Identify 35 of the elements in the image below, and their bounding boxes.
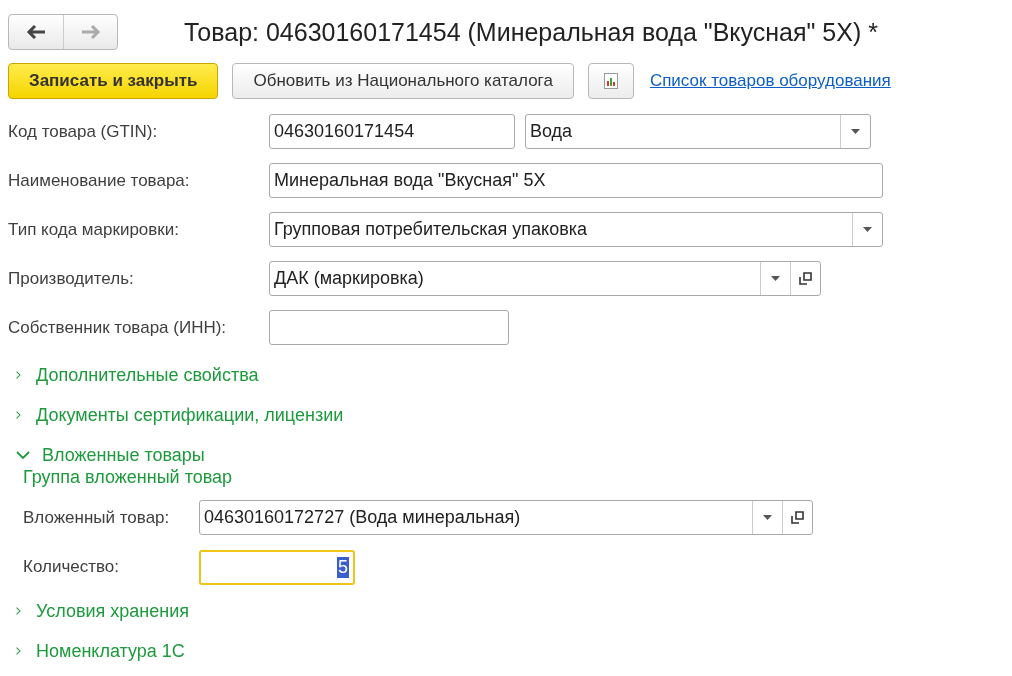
dropdown-caret-icon (863, 227, 872, 232)
update-button[interactable]: Обновить из Национального каталога (232, 63, 574, 99)
input-field[interactable] (269, 310, 509, 345)
dropdown-caret-icon (771, 276, 780, 281)
section-header[interactable]: Номенклатура 1С (8, 631, 1004, 671)
dropdown-field[interactable]: Групповая потребительская упаковка (269, 212, 883, 247)
dropdown-caret-icon (851, 129, 860, 134)
chevron-down-icon (16, 448, 30, 462)
dropdown-caret-icon (763, 515, 772, 520)
field-label: Вложенный товар: (23, 507, 171, 528)
section-header[interactable]: Дополнительные свойства (8, 355, 1004, 395)
dropdown-field[interactable]: ДАК (маркировка) (269, 261, 821, 296)
input-field[interactable]: 04630160171454 (269, 114, 515, 149)
left-arrow-icon (26, 25, 46, 39)
number-field[interactable]: 5 (199, 549, 355, 585)
input-field[interactable]: Минеральная вода "Вкусная" 5X (269, 163, 883, 198)
field-label: Код товара (GTIN): (8, 121, 159, 142)
field-label: Тип кода маркировки: (8, 219, 180, 240)
open-window-icon (799, 272, 812, 285)
dropdown-field[interactable]: 04630160172727 (Вода минеральная) (199, 500, 813, 535)
section-header[interactable]: Документы сертификации, лицензии (8, 395, 1004, 435)
right-arrow-icon (80, 25, 101, 39)
window-title: Товар: 04630160171454 (Минеральная вода "Вкусная" 5X) * (184, 17, 878, 47)
dropdown-field[interactable]: Вода (525, 114, 871, 149)
group-title: Группа вложенный товар (23, 467, 234, 488)
field-label: Наименование товара: (8, 170, 191, 191)
report-button[interactable] (587, 63, 634, 99)
field-label: Собственник товара (ИНН): (8, 317, 228, 338)
equipment-list-link[interactable]: Список товаров оборудования (649, 71, 891, 91)
field-label: Количество: (23, 557, 120, 577)
section-header[interactable]: Условия хранения (8, 591, 1004, 631)
field-label: Производитель: (8, 268, 135, 289)
open-window-icon (791, 511, 804, 524)
save-and-close-button[interactable]: Записать и закрыть (8, 63, 219, 99)
bar-chart-icon (603, 73, 618, 89)
